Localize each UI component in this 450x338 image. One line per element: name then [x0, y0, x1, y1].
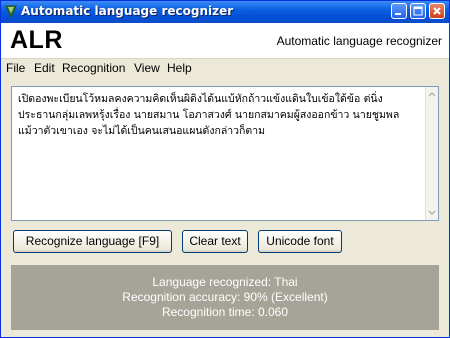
minimize-icon [395, 13, 401, 15]
text-input-area[interactable]: เปิดองพะเบียนโว้หมลคงความคิดเห็นผิดิงได้… [11, 86, 439, 221]
vertical-scrollbar[interactable] [425, 87, 438, 220]
input-text[interactable]: เปิดองพะเบียนโว้หมลคงความคิดเห็นผิดิงได้… [18, 91, 418, 139]
app-window: Automatic language recognizer ALR Automa… [0, 0, 450, 338]
menu-view[interactable]: View [134, 61, 160, 75]
recognize-language-button[interactable]: Recognize language [F9] [13, 230, 172, 253]
app-icon [5, 5, 17, 18]
title-bar[interactable]: Automatic language recognizer [1, 1, 449, 23]
close-icon [433, 7, 441, 15]
menu-edit[interactable]: Edit [34, 61, 55, 75]
time-result: Recognition time: 0.060 [161, 305, 289, 319]
clear-text-button[interactable]: Clear text [182, 230, 248, 253]
scroll-down-icon[interactable] [427, 208, 437, 218]
close-button[interactable] [429, 3, 445, 19]
maximize-icon [413, 6, 423, 16]
minimize-button[interactable] [391, 3, 407, 19]
result-panel: Language recognized: Thai Recognition ac… [11, 265, 439, 330]
scroll-up-icon[interactable] [427, 89, 437, 99]
menu-recognition[interactable]: Recognition [62, 61, 125, 75]
window-title: Automatic language recognizer [21, 4, 234, 18]
brand-logo: ALR [10, 26, 63, 54]
accuracy-result: Recognition accuracy: 90% (Excellent) [122, 290, 328, 304]
app-header: ALR Automatic language recognizer [1, 23, 449, 58]
header-subtitle: Automatic language recognizer [276, 34, 442, 48]
unicode-font-button[interactable]: Unicode font [258, 230, 342, 253]
maximize-button[interactable] [410, 3, 426, 19]
menu-bar: File Edit Recognition View Help [1, 58, 449, 77]
language-result: Language recognized: Thai [152, 275, 298, 289]
menu-help[interactable]: Help [167, 61, 192, 75]
menu-file[interactable]: File [6, 61, 25, 75]
